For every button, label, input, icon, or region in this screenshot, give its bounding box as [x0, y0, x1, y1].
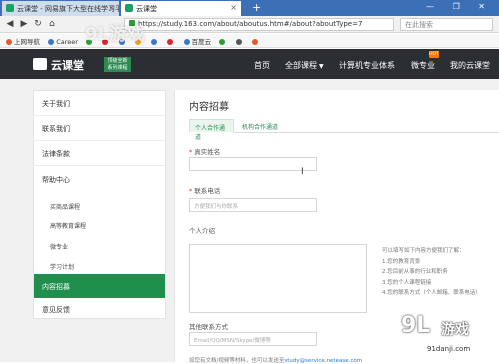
contact-field[interactable]: Email/QQ/MSN/Skype/微博等 — [189, 332, 317, 346]
tab-title: 云课堂 - 网易旗下大型在线学习平 — [17, 5, 119, 13]
cooperation-tabs: 个人合作通道 机构合作通道 — [189, 119, 499, 141]
nav-cs-system[interactable]: 计算机专业体系 — [339, 60, 395, 71]
sidebar-subitem-buy-course[interactable]: 买商品课程 — [34, 202, 165, 211]
site-favicon-icon — [125, 4, 133, 12]
tab-organization[interactable]: 机构合作通道 — [237, 119, 283, 133]
tab-personal[interactable]: 个人合作通道 — [189, 119, 234, 141]
bookmark-item[interactable] — [151, 38, 159, 46]
bookmark-item[interactable]: 百度云 — [183, 36, 211, 46]
nav-all-courses[interactable]: 全部课程 ▼ — [285, 60, 324, 71]
back-icon[interactable]: ◀ — [4, 18, 16, 30]
text-cursor-icon: I — [301, 167, 304, 177]
sidebar-subitem-study-plan[interactable]: 学习计划 — [34, 262, 165, 271]
phone-label: * 联系电话 — [189, 187, 221, 195]
sidebar-item-recruit[interactable]: 内容招募 — [34, 274, 165, 298]
site-favicon-icon — [6, 4, 14, 12]
name-label: * 真实姓名 — [189, 148, 221, 156]
email-link[interactable]: study@service.netease.com — [284, 358, 362, 364]
new-tab-button[interactable]: + — [252, 1, 261, 14]
bookmark-icon — [167, 39, 174, 45]
intro-label: 个人介绍 — [189, 227, 215, 235]
intro-textarea[interactable] — [189, 244, 367, 313]
sidebar-item-legal[interactable]: 法律条款 — [34, 141, 165, 166]
watermark-overlay: 9L游戏 — [85, 24, 145, 45]
nav-my-study[interactable]: 我的云课堂 — [450, 60, 490, 71]
bookmark-item[interactable] — [251, 38, 260, 46]
footnote: 如您有文档/视频等材料，也可以发送至study@service.netease.… — [189, 358, 363, 364]
browser-search-input[interactable]: 在此搜索 — [400, 18, 493, 31]
bookmark-item[interactable] — [219, 38, 227, 46]
nav-micro-major[interactable]: 微专业 — [411, 60, 435, 71]
sidebar-item-feedback[interactable]: 意见反馈 — [34, 298, 165, 320]
sidebar-item-about[interactable]: 关于我们 — [34, 91, 165, 116]
browser-tab-bar: 云课堂 - 网易旗下大型在线学习平 × 云课堂 × + — ❐ ✕ — [0, 0, 499, 16]
sidebar-subitem-higher-ed[interactable]: 高等教育课程 — [34, 221, 165, 230]
url-text: https://study.163.com/about/aboutus.htm#… — [138, 20, 363, 28]
sidebar-item-help[interactable]: 帮助中心 — [34, 166, 165, 189]
site-header: 云课堂 顶级全新 系列课程 首页 全部课程 ▼ 计算机专业体系 微专业 HOT 我… — [0, 49, 499, 79]
tab-title: 云课堂 — [136, 5, 157, 13]
window-controls[interactable]: — ❐ ✕ — [426, 2, 493, 11]
bookmark-icon — [219, 39, 226, 45]
home-icon[interactable]: ⌂ — [46, 18, 58, 30]
watermark: 9L 游戏 91danji.com — [397, 313, 499, 362]
watermark-url: 91danji.com — [427, 345, 471, 353]
bookmark-icon — [151, 39, 158, 45]
name-field[interactable] — [189, 157, 317, 171]
bookmarks-bar: 上网导航 Career 百度云 — [0, 34, 499, 48]
phone-field[interactable]: 方便我们与你联系 — [189, 198, 317, 212]
promo-badge[interactable]: 顶级全新 系列课程 — [104, 57, 131, 72]
bookmark-icon — [6, 39, 12, 45]
browser-tab-active[interactable]: 云课堂 × — [121, 1, 241, 16]
close-icon[interactable]: × — [230, 3, 237, 12]
hot-badge: HOT — [429, 51, 439, 58]
bookmark-icon — [48, 39, 55, 45]
address-toolbar: ◀ ▶ ↻ ⌂ https://study.163.com/about/abou… — [0, 16, 499, 33]
close-icon[interactable]: × — [108, 3, 115, 12]
url-field[interactable]: https://study.163.com/about/aboutus.htm#… — [124, 18, 394, 31]
bookmark-icon — [251, 39, 258, 45]
watermark-logo: 9L — [401, 313, 431, 338]
site-logo[interactable]: 云课堂 — [51, 57, 84, 73]
bookmark-item[interactable]: Career — [48, 38, 78, 46]
bookmark-item[interactable] — [235, 38, 244, 46]
bookmark-item[interactable]: 上网导航 — [6, 36, 40, 46]
nav-home[interactable]: 首页 — [254, 60, 270, 71]
contact-label: 其他联系方式 — [189, 323, 228, 331]
watermark-text: 游戏 — [441, 322, 469, 338]
chevron-down-icon: ▼ — [319, 63, 324, 70]
sidebar: 关于我们 联系我们 法律条款 帮助中心 买商品课程 高等教育课程 微专业 学习计… — [33, 90, 166, 319]
intro-hint: 可以填写如下内容方便我们了解： 1.您的教育背景 2.您目前从事的行业和职务 3… — [382, 248, 481, 296]
bookmark-item[interactable] — [167, 38, 175, 46]
sidebar-item-contact[interactable]: 联系我们 — [34, 116, 165, 141]
sidebar-subitem-micro-major[interactable]: 微专业 — [34, 242, 165, 251]
page-title: 内容招募 — [189, 102, 229, 113]
bookmark-icon — [235, 39, 242, 45]
bookmark-icon — [183, 39, 190, 45]
logo-icon[interactable] — [33, 58, 47, 70]
refresh-icon[interactable]: ↻ — [32, 18, 44, 30]
forward-icon[interactable]: ▶ — [18, 18, 30, 30]
browser-tab[interactable]: 云课堂 - 网易旗下大型在线学习平 × — [2, 1, 119, 16]
